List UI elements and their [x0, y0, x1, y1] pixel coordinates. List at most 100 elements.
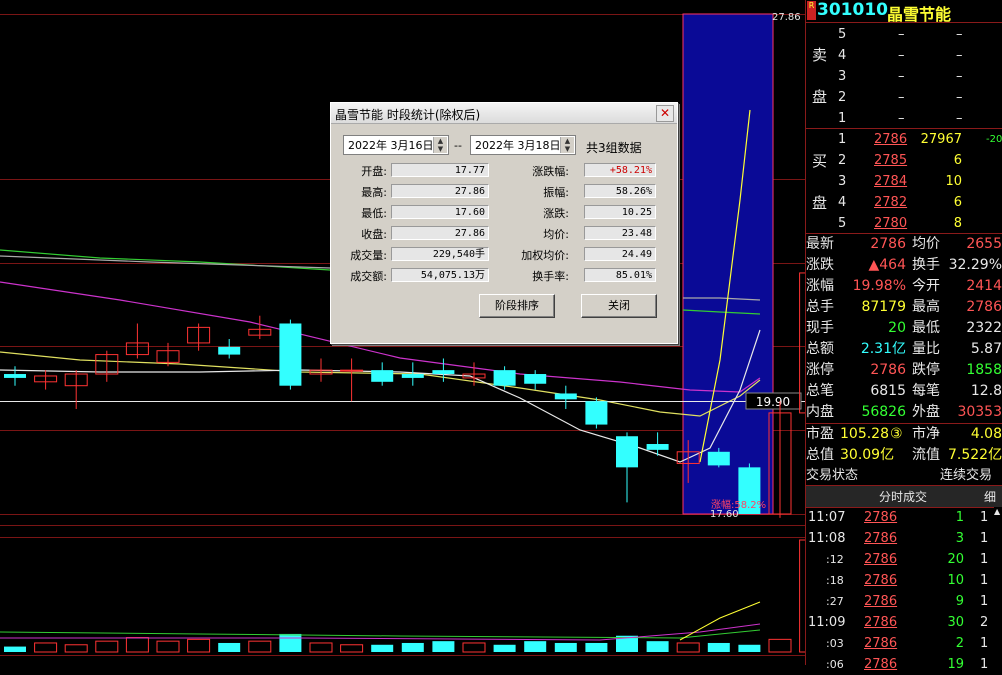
close-icon[interactable]: ✕ — [656, 105, 674, 122]
dialog-title: 晶雪节能 时段统计(除权后) — [335, 108, 481, 122]
quote-label: 涨停 — [806, 362, 834, 378]
quote-value: 32.29% — [948, 257, 1002, 273]
tick-row: :03 2786 2 1 — [806, 633, 1002, 654]
volume-bar — [218, 642, 241, 652]
buy-order-row[interactable]: 3 2784 10 — [806, 171, 1002, 192]
volume-bar — [585, 642, 608, 652]
ma-yellow-line — [0, 351, 761, 417]
quote-value: 30353 — [957, 404, 1002, 420]
volume-bars — [4, 539, 805, 653]
sell-order-row[interactable]: 5 – – — [806, 24, 1002, 45]
order-price: 2784 — [874, 174, 908, 189]
quote-label: 最新 — [806, 236, 834, 252]
quote-label: 总手 — [806, 299, 834, 315]
valuation-value: 30.09亿 — [840, 447, 895, 463]
order-price: – — [898, 90, 905, 105]
volume-bar — [95, 640, 119, 653]
dialog-field-label: 振幅: — [543, 186, 569, 199]
tick-row: :18 2786 10 1 — [806, 570, 1002, 591]
range-change-label: 涨幅:58.2% — [711, 498, 766, 511]
volume-bar — [340, 644, 364, 653]
tick-volume: 30 — [947, 615, 964, 630]
quote-label: 均价 — [912, 236, 940, 252]
quote-value: 19.98% — [852, 278, 906, 294]
volume-bar — [64, 644, 88, 653]
ticks-title: 分时成交 — [879, 490, 928, 504]
dialog-field-value: 10.25 — [584, 205, 656, 219]
volume-bar — [187, 638, 211, 653]
dialog-field-label: 开盘: — [361, 165, 387, 178]
order-volume: – — [956, 48, 963, 63]
order-price: 2785 — [874, 153, 908, 168]
quote-row: 最新 2786 均价 2655 — [806, 234, 1002, 255]
volume-bar — [738, 644, 761, 652]
dialog-field-value: 24.49 — [584, 247, 656, 261]
candle-body — [371, 370, 394, 382]
order-level: 4 — [838, 48, 847, 63]
tick-count: 1 — [980, 552, 989, 567]
dialog-field-value: 27.86 — [391, 184, 489, 198]
tick-count: 1 — [980, 573, 989, 588]
buy-order-row[interactable]: 5 2780 8 — [806, 213, 1002, 234]
candle-body — [4, 374, 26, 378]
tick-count: 2 — [980, 615, 989, 630]
tick-price: 2786 — [864, 594, 898, 609]
end-date-picker[interactable]: 2022年 3月18日 ▲ ▼ — [470, 135, 576, 155]
order-level: 1 — [838, 111, 847, 126]
tab-detail[interactable]: 细 — [984, 488, 996, 505]
volume-bar — [309, 642, 333, 653]
sell-order-row[interactable]: 4 – – — [806, 45, 1002, 66]
order-level: 2 — [838, 153, 847, 168]
valuation-label: 市净 — [912, 426, 940, 442]
ticks-scrollbar[interactable]: ▲ — [994, 507, 1002, 665]
end-date-value: 2022年 3月18日 — [475, 139, 561, 152]
tick-time: :03 — [826, 637, 844, 650]
tick-row: 11:07 2786 1 1 — [806, 507, 1002, 528]
volume-bar — [401, 642, 424, 652]
candle-body — [401, 374, 424, 378]
dialog-field-label: 最低: — [361, 207, 387, 220]
quote-label: 涨幅 — [806, 278, 834, 294]
dialog-titlebar[interactable]: 晶雪节能 时段统计(除权后) ✕ — [331, 103, 677, 124]
order-price: 2782 — [874, 195, 908, 210]
stock-badge: R — [807, 1, 816, 20]
valuation-row: 市盈 105.28 ③ 市净 4.08 — [806, 424, 1002, 445]
quote-row: 总手 87179 最高 2786 — [806, 297, 1002, 318]
dialog-field-label: 成交量: — [350, 249, 387, 262]
candle-body — [616, 436, 638, 468]
quote-label: 换手 — [912, 257, 940, 273]
tick-time: :18 — [826, 574, 844, 587]
end-date-spinner[interactable]: ▲ ▼ — [560, 137, 574, 153]
close-button[interactable]: 关闭 — [581, 294, 657, 318]
sort-period-button[interactable]: 阶段排序 — [479, 294, 555, 318]
start-date-spinner[interactable]: ▲ ▼ — [433, 137, 447, 153]
ticks-header: 分时成交 细 — [806, 485, 1002, 508]
dialog-field-label: 收盘: — [361, 228, 387, 241]
buy-order-row[interactable]: 1 2786 27967 -20 — [806, 129, 1002, 150]
dialog-field-label: 换手率: — [532, 270, 569, 283]
sell-order-row[interactable]: 2 – – — [806, 87, 1002, 108]
quote-value: 2322 — [966, 320, 1002, 336]
volume-bar — [248, 640, 272, 653]
start-date-picker[interactable]: 2022年 3月16日 ▲ ▼ — [343, 135, 449, 155]
order-volume: – — [956, 111, 963, 126]
quote-value: 2786 — [966, 299, 1002, 315]
sell-order-row[interactable]: 1 – – — [806, 108, 1002, 129]
quote-row: 现手 20 最低 2322 — [806, 318, 1002, 339]
dialog-field-value: 27.86 — [391, 226, 489, 240]
quote-value: 1858 — [966, 362, 1002, 378]
order-price: 2786 — [874, 132, 908, 147]
start-date-value: 2022年 3月16日 — [348, 139, 434, 152]
buy-order-row[interactable]: 4 2782 6 — [806, 192, 1002, 213]
valuation-label: 总值 — [806, 447, 834, 463]
volume-bar — [4, 646, 26, 652]
buy-order-row[interactable]: 2 2785 6 — [806, 150, 1002, 171]
dialog-field-value: 23.48 — [584, 226, 656, 240]
sell-order-row[interactable]: 3 – – — [806, 66, 1002, 87]
volume-bar — [462, 642, 486, 653]
tick-time: 11:09 — [808, 615, 846, 630]
candle-body — [646, 444, 669, 450]
scroll-up-icon[interactable]: ▲ — [994, 507, 1000, 516]
period-stats-dialog[interactable]: 晶雪节能 时段统计(除权后) ✕ 2022年 3月16日 ▲ ▼ -- 2022年… — [330, 102, 678, 344]
quote-value: 12.8 — [970, 383, 1002, 399]
